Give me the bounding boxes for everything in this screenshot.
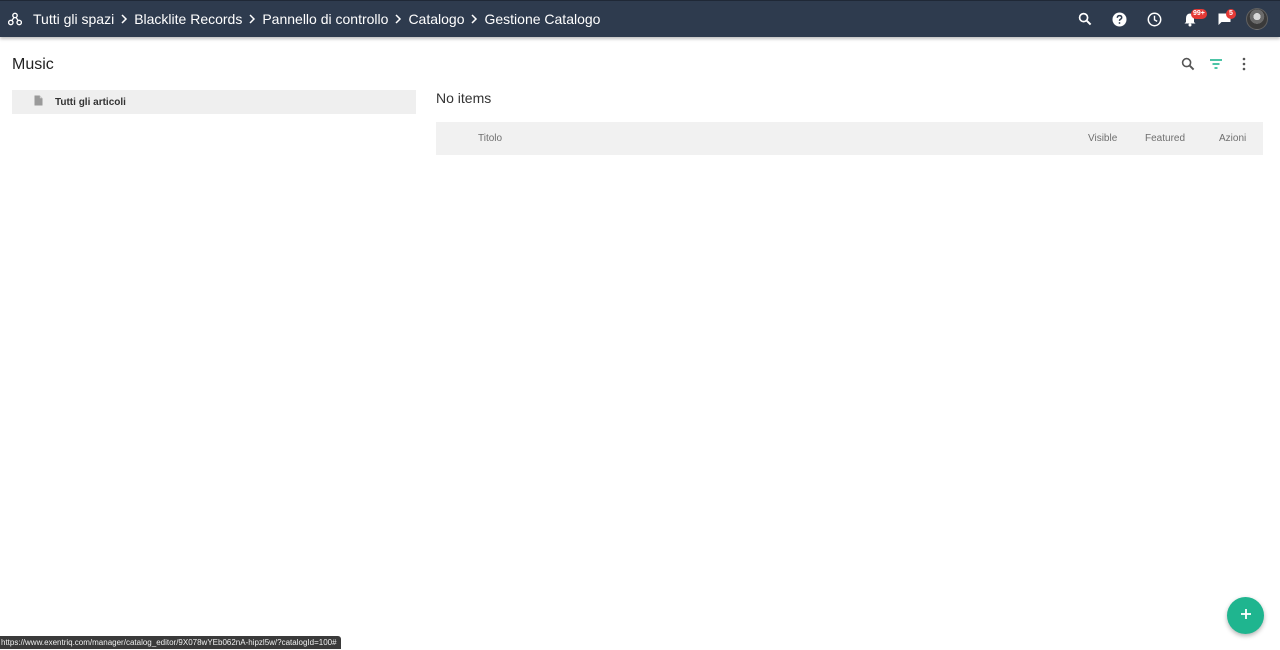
messages-badge: 5 [1226, 9, 1236, 19]
network-icon[interactable] [7, 11, 23, 27]
notifications-badge: 99+ [1191, 9, 1207, 19]
more-vert-icon[interactable] [1232, 52, 1256, 76]
items-panel: No items Titolo Visible Featured Azioni [436, 88, 1263, 155]
breadcrumb: Tutti gli spazi Blacklite Records Pannel… [33, 11, 600, 27]
chevron-right-icon [242, 14, 262, 24]
plus-icon [1240, 607, 1252, 625]
breadcrumb-item-dashboard[interactable]: Pannello di controllo [262, 11, 388, 27]
table-header: Titolo Visible Featured Azioni [436, 122, 1263, 155]
chevron-right-icon [388, 14, 408, 24]
tree-item-label: Tutti gli articoli [55, 96, 126, 108]
column-header-visible[interactable]: Visible [1088, 133, 1145, 144]
search-icon[interactable] [1176, 52, 1200, 76]
column-header-featured[interactable]: Featured [1145, 133, 1219, 144]
catalog-tree: Tutti gli articoli [12, 90, 416, 114]
breadcrumb-item-space[interactable]: Blacklite Records [134, 11, 242, 27]
clock-icon[interactable] [1137, 1, 1172, 37]
chevron-right-icon [114, 14, 134, 24]
top-navigation-bar: Tutti gli spazi Blacklite Records Pannel… [0, 0, 1280, 37]
topbar-actions: 99+ 5 [1067, 1, 1280, 37]
page-title: Music [12, 56, 54, 73]
add-item-button[interactable] [1227, 597, 1264, 634]
avatar[interactable] [1246, 8, 1268, 30]
file-icon [34, 93, 43, 111]
chat-icon[interactable]: 5 [1207, 1, 1242, 37]
help-icon[interactable] [1102, 1, 1137, 37]
breadcrumb-item-catalog[interactable]: Catalogo [408, 11, 464, 27]
bell-icon[interactable]: 99+ [1172, 1, 1207, 37]
breadcrumb-item-spaces[interactable]: Tutti gli spazi [33, 11, 114, 27]
tree-item-all-articles[interactable]: Tutti gli articoli [12, 90, 416, 114]
column-header-title[interactable]: Titolo [478, 133, 1088, 144]
column-header-actions: Azioni [1219, 133, 1247, 144]
filter-icon[interactable] [1204, 52, 1228, 76]
page-actions [1176, 52, 1256, 76]
search-icon[interactable] [1067, 1, 1102, 37]
breadcrumb-item-catalog-management[interactable]: Gestione Catalogo [484, 11, 600, 27]
link-status-bar: https://www.exentriq.com/manager/catalog… [0, 636, 341, 649]
empty-state-text: No items [436, 90, 492, 106]
chevron-right-icon [464, 14, 484, 24]
